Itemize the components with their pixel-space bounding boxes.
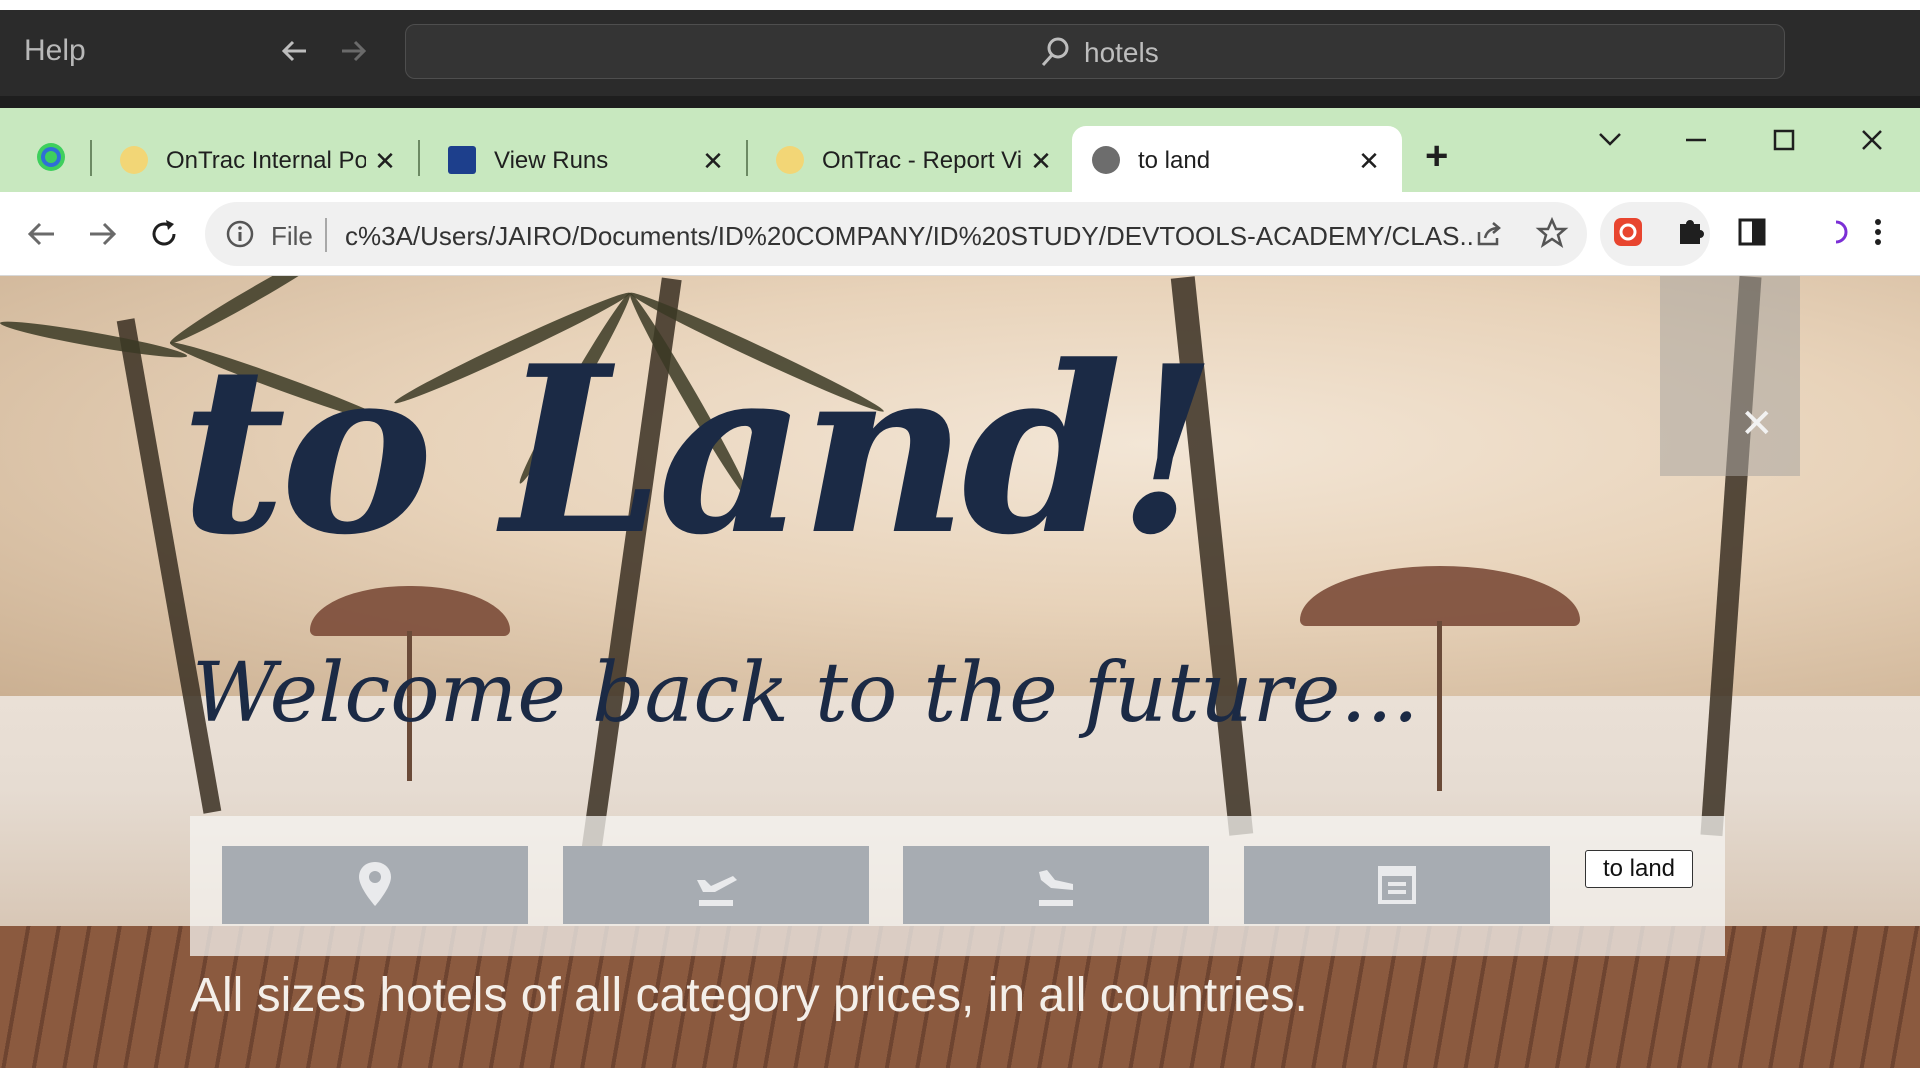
search-text: hotels (1084, 37, 1159, 68)
tab-search-chevron-icon[interactable] (1590, 120, 1630, 160)
command-search[interactable]: hotels (405, 24, 1785, 79)
info-icon[interactable] (225, 219, 255, 249)
page-headline: to Land! (180, 316, 1217, 586)
search-panel: to land (190, 816, 1725, 956)
page-subheadline: Welcome back to the future... (192, 646, 1419, 741)
close-window-icon[interactable] (1852, 120, 1892, 160)
tab-ontrac-report[interactable]: OnTrac - Report Vie ✕ (756, 126, 1076, 192)
location-button[interactable] (222, 846, 528, 924)
tab-title: OnTrac - Report Vie (822, 147, 1022, 174)
forward-icon[interactable] (84, 216, 120, 252)
close-icon[interactable]: ✕ (372, 146, 398, 177)
maximize-icon[interactable] (1764, 120, 1804, 160)
close-icon[interactable]: ✕ (1028, 146, 1054, 177)
ontrac-icon (120, 146, 148, 174)
reload-icon[interactable] (146, 216, 182, 252)
globe-icon (1092, 146, 1120, 174)
close-icon[interactable]: ✕ (1356, 146, 1382, 177)
umbrella-pole (1437, 621, 1442, 791)
plane-departure-icon (697, 876, 737, 906)
share-icon[interactable] (1473, 218, 1505, 250)
overlay-box: ✕ (1660, 276, 1800, 476)
whatsapp-icon[interactable] (34, 140, 68, 174)
to-land-button[interactable]: to land (1585, 850, 1693, 888)
ontrac-logo-icon (448, 146, 476, 174)
editor-titlebar: Help hotels (0, 0, 1920, 108)
more-menu-icon[interactable] (1850, 204, 1906, 260)
tab-separator (90, 140, 92, 176)
puzzle-extensions-icon[interactable] (1662, 204, 1718, 260)
url-text[interactable]: c%3A/Users/JAIRO/Documents/ID%20COMPANY/… (345, 221, 1475, 252)
new-tab-button[interactable]: + (1425, 134, 1448, 179)
bookmark-star-icon[interactable] (1535, 216, 1569, 250)
hero-section: ✕ to Land! Welcome back to the future... (0, 276, 1920, 1068)
location-pin-icon (359, 862, 391, 906)
forward-arrow-icon[interactable] (336, 34, 370, 68)
dates-button[interactable] (1244, 846, 1550, 924)
tab-separator (418, 140, 420, 176)
recorder-extension-icon[interactable] (1600, 204, 1656, 260)
back-icon[interactable] (24, 216, 60, 252)
back-arrow-icon[interactable] (278, 34, 312, 68)
plane-arrival-icon (1039, 870, 1073, 906)
page-tagline: All sizes hotels of all category prices,… (190, 969, 1308, 1022)
tab-view-runs[interactable]: View Runs ✕ (428, 126, 748, 192)
close-overlay-icon[interactable]: ✕ (1740, 401, 1774, 447)
minimize-icon[interactable] (1676, 120, 1716, 160)
address-bar[interactable]: File c%3A/Users/JAIRO/Documents/ID%20COM… (205, 202, 1587, 266)
side-panel-icon[interactable] (1724, 204, 1780, 260)
tab-title: View Runs (494, 147, 609, 174)
top-border (0, 0, 1920, 10)
tab-title: to land (1138, 147, 1211, 174)
menu-help[interactable]: Help (24, 34, 86, 68)
close-icon[interactable]: ✕ (700, 146, 726, 177)
tab-ontrac-internal[interactable]: OnTrac Internal Por ✕ (100, 126, 420, 192)
departure-button[interactable] (563, 846, 869, 924)
tab-to-land[interactable]: to land ✕ (1072, 126, 1402, 192)
divider (325, 218, 327, 252)
calendar-icon (1378, 866, 1416, 904)
titlebar-shadow (0, 96, 1920, 108)
search-icon (1041, 37, 1069, 67)
tab-title: OnTrac Internal Por (166, 147, 366, 174)
tab-separator (746, 140, 748, 176)
arrival-button[interactable] (903, 846, 1209, 924)
ontrac-icon (776, 146, 804, 174)
scheme-label: File (271, 221, 313, 251)
